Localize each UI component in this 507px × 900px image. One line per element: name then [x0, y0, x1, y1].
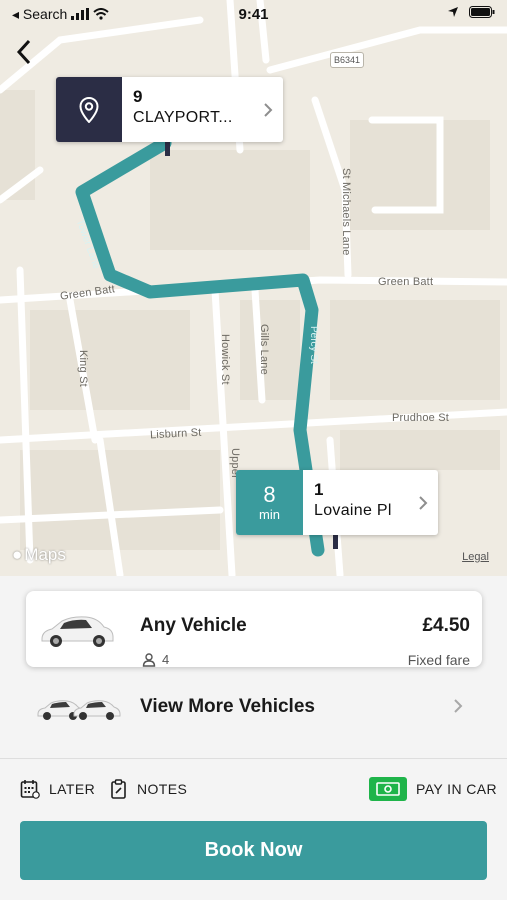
- cash-icon: [369, 777, 407, 801]
- notes-icon: [111, 779, 126, 799]
- dropoff-number: 1: [314, 480, 324, 499]
- street-label: Howick St: [219, 334, 231, 385]
- apple-maps-logo: ● Maps: [12, 545, 66, 565]
- back-to-app[interactable]: ◂ Search: [12, 6, 109, 23]
- dropoff-location-card[interactable]: 8 min 1 Lovaine Pl: [236, 470, 438, 535]
- notes-label: NOTES: [137, 781, 188, 797]
- pay-in-car-option[interactable]: PAY IN CAR: [369, 777, 497, 801]
- vehicle-seats: 4: [142, 652, 169, 667]
- back-app-label: ◂ Search: [12, 5, 68, 22]
- vehicle-price: £4.50: [422, 615, 470, 636]
- dropoff-pin-icon: [333, 535, 338, 549]
- view-more-vehicles-row[interactable]: View More Vehicles: [0, 686, 507, 726]
- street-label: Percy St: [308, 326, 319, 364]
- street-label: Green Batt: [378, 276, 434, 288]
- pickup-street: CLAYPORT...: [133, 109, 233, 126]
- chevron-right-icon: [253, 77, 283, 142]
- eta-value: 8: [263, 481, 276, 507]
- road-number-badge: B6341: [330, 52, 364, 68]
- notes-option[interactable]: NOTES: [110, 779, 187, 799]
- back-button[interactable]: [10, 38, 38, 66]
- divider: [0, 758, 507, 759]
- pickup-location-card[interactable]: 9 CLAYPORT...: [56, 77, 283, 142]
- vehicle-title: Any Vehicle: [140, 615, 247, 636]
- status-time: 9:41: [238, 5, 269, 23]
- chevron-right-icon: [453, 698, 463, 719]
- car-icon: [41, 616, 114, 647]
- eta-box: 8 min: [236, 470, 303, 535]
- pay-in-car-label: PAY IN CAR: [416, 781, 498, 797]
- book-now-button[interactable]: Book Now: [20, 821, 487, 880]
- street-label: Prudhoe St: [392, 412, 450, 424]
- maps-logo-text: Maps: [24, 545, 66, 564]
- chevron-right-icon: [408, 470, 438, 535]
- apple-logo-icon: ●: [12, 545, 23, 564]
- dropoff-street: Lovaine Pl: [314, 502, 392, 519]
- booking-options-row: LATER NOTES PAY IN CAR: [0, 776, 507, 802]
- view-more-vehicles-label: View More Vehicles: [140, 696, 315, 717]
- signal-icon: [71, 8, 90, 20]
- status-bar: ◂ Search 9:41: [0, 0, 507, 28]
- seat-count: 4: [162, 652, 170, 667]
- street-label: St Michaels Lane: [340, 168, 352, 256]
- chevron-left-icon: [16, 39, 31, 65]
- vehicle-option-card[interactable]: Any Vehicle 4 £4.50 Fixed fare: [26, 591, 482, 668]
- location-pin-icon: [56, 77, 122, 142]
- route-map[interactable]: St Michaels Lane Green Batt Green Batt K…: [0, 0, 507, 576]
- later-option[interactable]: LATER: [20, 779, 95, 799]
- booking-sheet: Any Vehicle 4 £4.50 Fixed fare View More…: [0, 576, 507, 900]
- eta-unit: min: [259, 506, 280, 522]
- calendar-icon: [20, 780, 40, 799]
- later-label: LATER: [49, 781, 96, 797]
- pickup-pin-icon: [165, 142, 170, 156]
- street-label: Gills Lane: [258, 324, 270, 375]
- cars-icon: [37, 700, 121, 720]
- battery-icon: [469, 6, 495, 18]
- fare-type: Fixed fare: [407, 652, 470, 668]
- wifi-icon: [93, 8, 109, 20]
- legal-link[interactable]: Legal: [462, 551, 489, 563]
- street-label: King St: [77, 350, 89, 387]
- pickup-number: 9: [133, 87, 143, 106]
- person-icon: [142, 652, 156, 667]
- location-arrow-icon: [448, 7, 458, 17]
